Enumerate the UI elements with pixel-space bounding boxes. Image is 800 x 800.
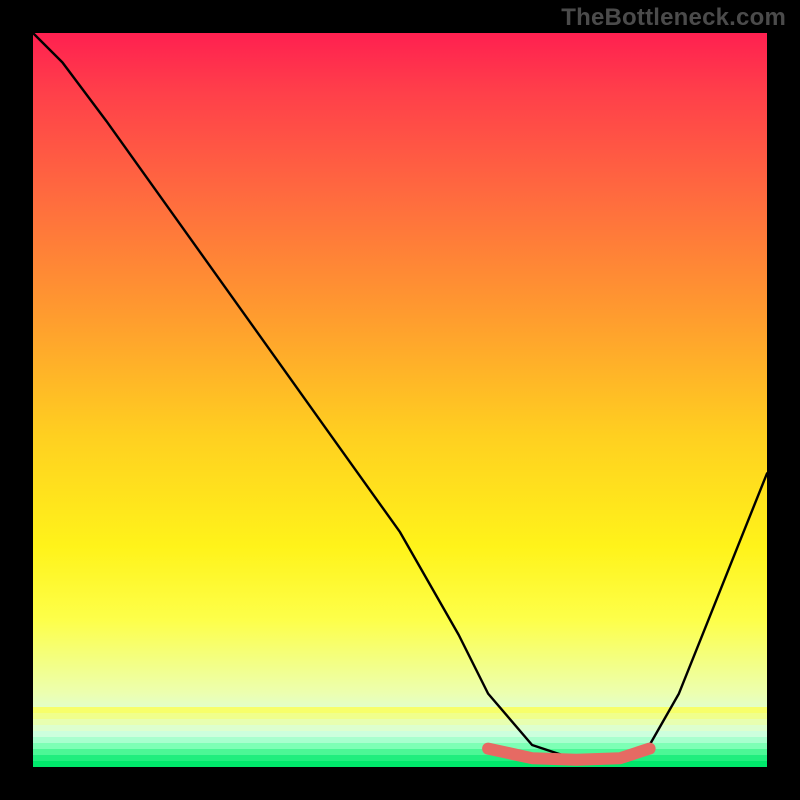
plot-area bbox=[33, 33, 767, 767]
bottleneck-curve-path bbox=[33, 33, 767, 760]
highlight-flat-path bbox=[488, 749, 649, 760]
watermark-label: TheBottleneck.com bbox=[561, 4, 786, 32]
chart-frame: TheBottleneck.com bbox=[0, 0, 800, 800]
curve-overlay bbox=[33, 33, 767, 767]
